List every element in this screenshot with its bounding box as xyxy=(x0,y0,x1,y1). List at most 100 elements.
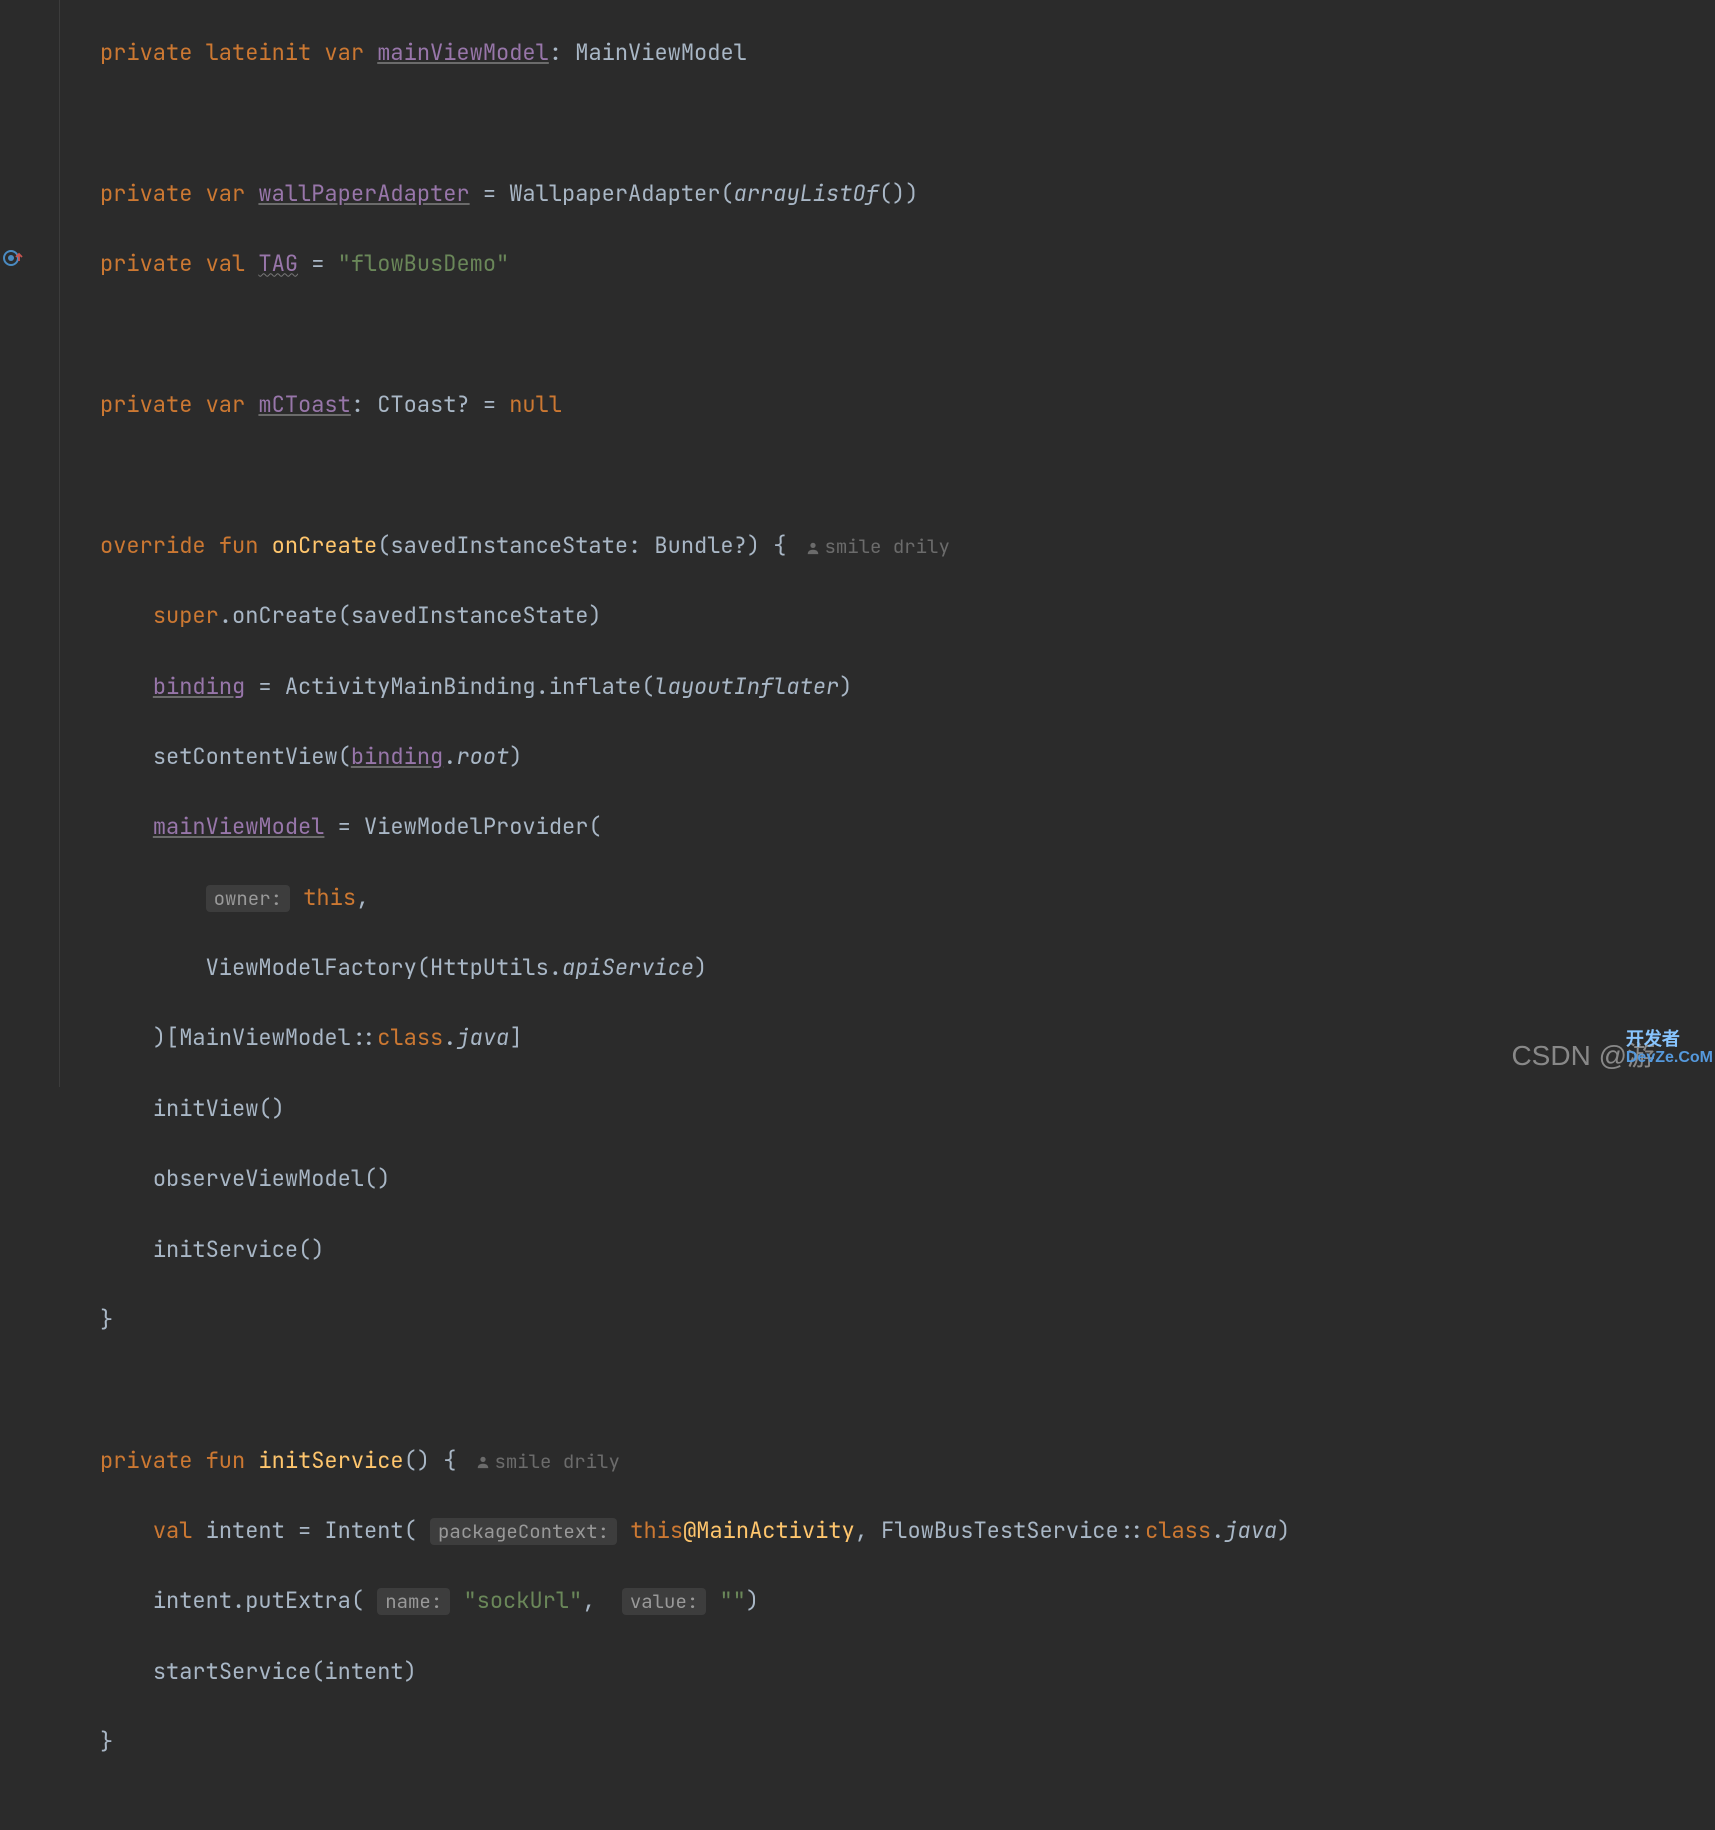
code-line[interactable]: super.onCreate(savedInstanceState) xyxy=(100,598,1715,633)
keyword: private xyxy=(100,179,192,208)
string-literal: "" xyxy=(719,1586,745,1615)
keyword: this xyxy=(303,883,356,912)
keyword: val xyxy=(206,249,246,278)
param: layoutInflater xyxy=(654,672,839,701)
field-ref: binding xyxy=(351,742,443,771)
gutter xyxy=(0,0,60,1087)
code-line[interactable]: observeViewModel() xyxy=(100,1161,1715,1196)
parameter-hint: value: xyxy=(622,1588,706,1615)
function-name: initService xyxy=(258,1446,403,1475)
code-text: ) xyxy=(746,1586,759,1615)
code-text: intent = Intent( xyxy=(206,1516,417,1545)
parameter-hint: name: xyxy=(377,1588,450,1615)
code-line[interactable]: intent.putExtra( name: "sockUrl", value:… xyxy=(100,1583,1715,1618)
keyword: override xyxy=(100,531,206,560)
code-text: . xyxy=(443,742,456,771)
code-text: , xyxy=(582,1586,608,1615)
person-icon xyxy=(806,541,820,555)
code-text: ) xyxy=(509,742,522,771)
code-line[interactable]: owner: this, xyxy=(100,880,1715,915)
type-annotation: : MainViewModel xyxy=(549,38,747,67)
code-area[interactable]: private lateinit var mainViewModel: Main… xyxy=(60,0,1715,1087)
field-ref: mainViewModel xyxy=(153,812,325,841)
string-literal: "flowBusDemo" xyxy=(338,249,510,278)
field-ref: TAG xyxy=(258,249,298,278)
code-text: ) xyxy=(839,672,852,701)
code-line[interactable]: mainViewModel = ViewModelProvider( xyxy=(100,809,1715,844)
code-text: intent.putExtra( xyxy=(153,1586,364,1615)
code-text: observeViewModel() xyxy=(153,1164,391,1193)
logo-top: 开发者 xyxy=(1626,1030,1713,1050)
code-text: } xyxy=(100,1727,113,1756)
code-line[interactable] xyxy=(100,317,1715,352)
code-text: startService(intent) xyxy=(153,1657,417,1686)
code-text: .onCreate(savedInstanceState) xyxy=(219,601,602,630)
code-text: = ActivityMainBinding.inflate( xyxy=(245,672,654,701)
code-text: . xyxy=(1211,1516,1224,1545)
property: apiService xyxy=(562,953,694,982)
code-line[interactable]: private var mCToast: CToast? = null xyxy=(100,387,1715,422)
code-line[interactable] xyxy=(100,457,1715,492)
keyword: private xyxy=(100,249,192,278)
function-name: onCreate xyxy=(272,531,378,560)
code-line[interactable]: private lateinit var mainViewModel: Main… xyxy=(100,35,1715,70)
keyword: this xyxy=(630,1516,683,1545)
parameter-hint: owner: xyxy=(206,885,290,912)
code-text: . xyxy=(443,1023,456,1052)
code-line[interactable] xyxy=(100,1372,1715,1407)
code-line[interactable]: } xyxy=(100,1302,1715,1337)
parameter-hint: packageContext: xyxy=(430,1518,617,1545)
code-text: initService() xyxy=(153,1235,325,1264)
string-literal: "sockUrl" xyxy=(463,1586,582,1615)
code-line[interactable]: private var wallPaperAdapter = Wallpaper… xyxy=(100,176,1715,211)
override-icon[interactable] xyxy=(0,246,24,270)
code-text: ()) xyxy=(879,179,919,208)
code-editor: private lateinit var mainViewModel: Main… xyxy=(0,0,1715,1087)
code-text: setContentView( xyxy=(153,742,351,771)
code-text: () { xyxy=(404,1446,457,1475)
code-text: , xyxy=(356,883,369,912)
code-text: } xyxy=(100,1305,113,1334)
watermark-logo: 开发者 DevZe.CoM xyxy=(1626,1030,1713,1067)
code-line[interactable]: override fun onCreate(savedInstanceState… xyxy=(100,528,1715,563)
field-ref: mainViewModel xyxy=(377,38,549,67)
keyword: var xyxy=(324,38,364,67)
code-line[interactable]: private fun initService() {smile drily xyxy=(100,1443,1715,1478)
keyword: lateinit xyxy=(206,38,312,67)
author-annotation: smile drily xyxy=(476,1449,619,1474)
keyword: class xyxy=(1145,1516,1211,1545)
code-line[interactable] xyxy=(100,106,1715,141)
code-line[interactable]: setContentView(binding.root) xyxy=(100,739,1715,774)
code-text: ) xyxy=(694,953,707,982)
keyword: private xyxy=(100,390,192,419)
code-text: ViewModelFactory(HttpUtils. xyxy=(206,953,562,982)
keyword: private xyxy=(100,38,192,67)
code-text: , FlowBusTestService:: xyxy=(855,1516,1145,1545)
param: arrayListOf xyxy=(734,179,879,208)
property: root xyxy=(456,742,509,771)
code-line[interactable]: )[MainViewModel::class.java] xyxy=(100,1020,1715,1055)
keyword: class xyxy=(377,1023,443,1052)
person-icon xyxy=(476,1455,490,1469)
code-text: = WallpaperAdapter( xyxy=(470,179,734,208)
keyword: var xyxy=(206,179,246,208)
code-line[interactable]: binding = ActivityMainBinding.inflate(la… xyxy=(100,669,1715,704)
code-text: = xyxy=(298,249,338,278)
property: java xyxy=(456,1023,509,1052)
code-line[interactable]: startService(intent) xyxy=(100,1654,1715,1689)
keyword: fun xyxy=(206,1446,246,1475)
code-text: ) xyxy=(1277,1516,1290,1545)
keyword: null xyxy=(509,390,562,419)
keyword: var xyxy=(206,390,246,419)
annotation: @MainActivity xyxy=(683,1516,855,1545)
keyword: val xyxy=(153,1516,193,1545)
code-line[interactable]: initView() xyxy=(100,1091,1715,1126)
code-line[interactable]: private val TAG = "flowBusDemo" xyxy=(100,246,1715,281)
logo-bottom: DevZe.CoM xyxy=(1626,1049,1713,1067)
code-line[interactable]: initService() xyxy=(100,1232,1715,1267)
code-line[interactable]: val intent = Intent( packageContext: thi… xyxy=(100,1513,1715,1548)
code-line[interactable]: ViewModelFactory(HttpUtils.apiService) xyxy=(100,950,1715,985)
code-line[interactable]: } xyxy=(100,1724,1715,1759)
field-ref: mCToast xyxy=(258,390,350,419)
field-ref: wallPaperAdapter xyxy=(258,179,469,208)
